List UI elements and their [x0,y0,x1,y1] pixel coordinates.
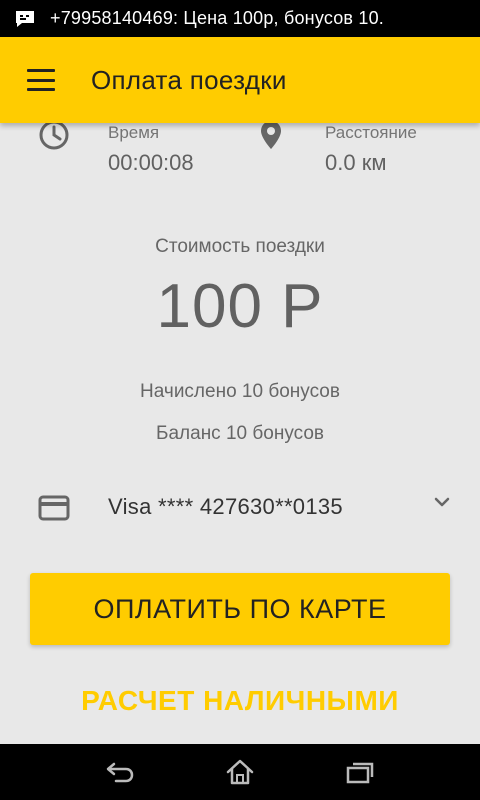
status-bar: +79958140469: Цена 100р, бонусов 10. [0,0,480,37]
time-label: Время [108,123,160,142]
distance-stat: Расстояние 0.0 км [325,123,417,183]
hamburger-menu-icon[interactable] [27,69,55,91]
credit-card-icon [38,495,70,526]
time-stat: Время 00:00:08 [108,123,194,183]
distance-label: Расстояние [325,123,417,142]
chevron-down-icon[interactable] [433,495,451,514]
distance-value: 0.0 км [325,150,387,175]
payment-method-select[interactable]: Visa **** 427630**0135 [0,483,480,533]
pay-by-card-button[interactable]: ОПЛАТИТЬ ПО КАРТЕ [30,573,450,645]
trip-payment-content: Время 00:00:08 Расстояние 0.0 км Стоимос… [0,123,480,744]
navigation-bar [0,744,480,800]
recent-apps-icon[interactable] [344,758,376,791]
selected-card: Visa **** 427630**0135 [108,494,343,519]
cost-label: Стоимость поездки [155,236,325,257]
pay-cash-button[interactable]: РАСЧЕТ НАЛИЧНЫМИ [0,676,480,726]
notification-text: +79958140469: Цена 100р, бонусов 10. [50,8,385,28]
app-bar: Оплата поездки [0,37,480,123]
back-icon[interactable] [104,758,136,791]
bonus-balance: Баланс 10 бонусов [156,423,324,444]
time-value: 00:00:08 [108,150,194,175]
home-icon[interactable] [224,758,256,791]
message-icon [14,9,36,29]
cost-value: 100 Р [156,272,324,341]
bonus-accrued: Начислено 10 бонусов [140,381,340,402]
location-pin-icon [258,123,284,156]
clock-icon [38,123,70,156]
page-title: Оплата поездки [91,64,287,95]
